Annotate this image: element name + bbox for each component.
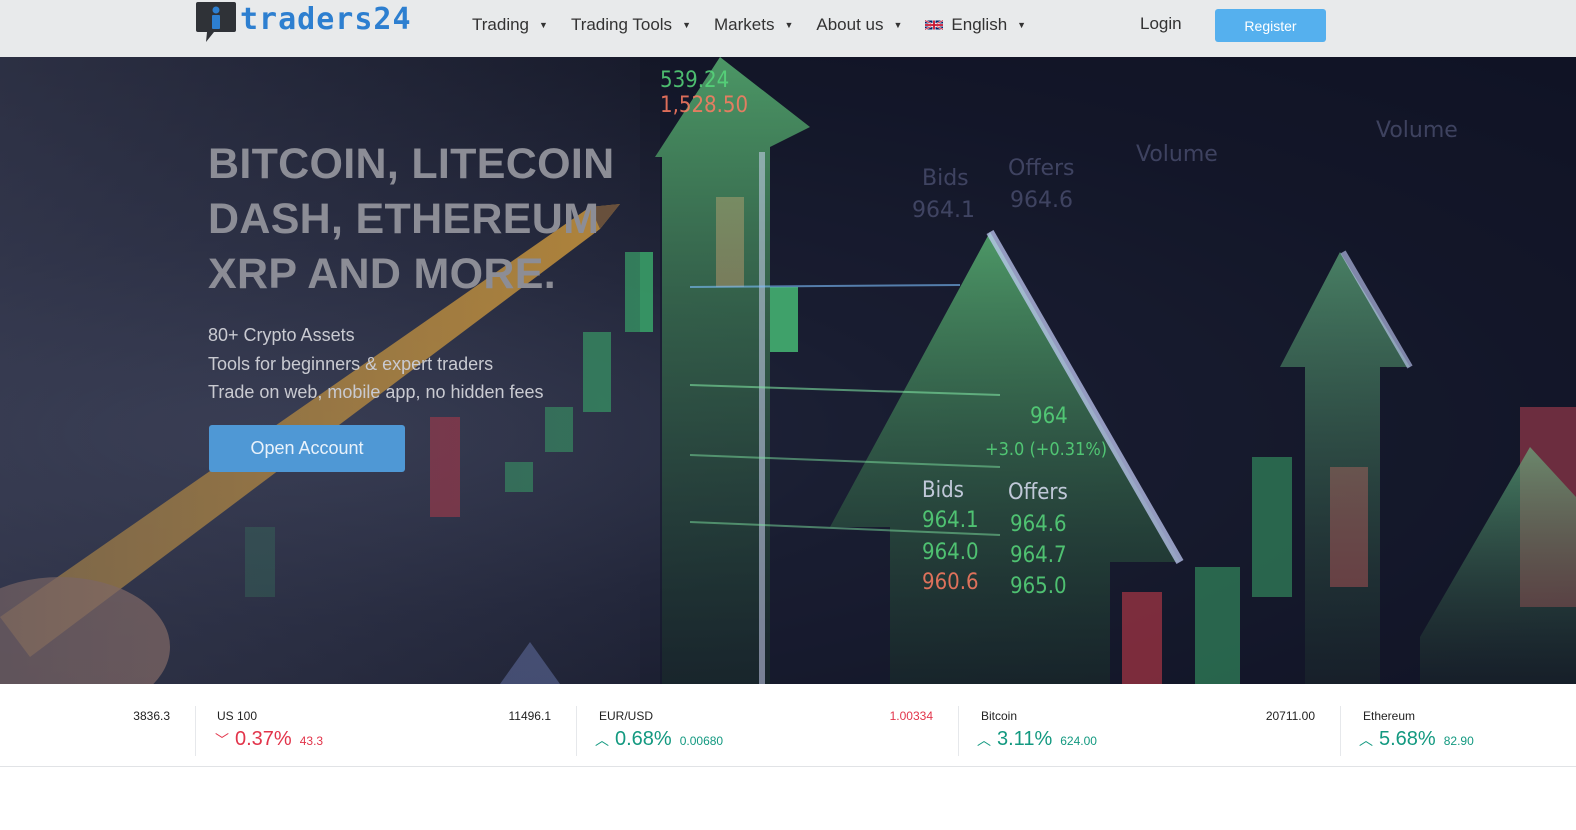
svg-text:960.6: 960.6 [922,570,979,595]
ticker-item-bitcoin[interactable]: Bitcoin 20711.00 ︿ 3.11% 624.00 [959,684,1339,766]
menu-item-trading-tools[interactable]: Trading Tools ▼ [571,15,691,35]
svg-text:964.6: 964.6 [1010,188,1073,213]
login-link[interactable]: Login [1140,14,1182,34]
ticker-abs: 82.90 [1443,734,1474,748]
menu-item-label: Markets [713,15,775,34]
svg-text:964.1: 964.1 [912,198,975,223]
feature-line: 80+ Crypto Assets [208,325,355,345]
ticker-change: ﹀ 0.37% 43.3 [215,728,323,751]
ticker-name: Ethereum [1363,709,1416,723]
ticker-item-ethereum[interactable]: Ethereum ︿ 5.68% 82.90 [1341,684,1576,766]
language-selector[interactable]: English ▼ [925,15,1026,35]
market-ticker: 3836.3 US 100 11496.1 ﹀ 0.37% 43.3 EUR/U… [0,684,1576,767]
ticker-name: Bitcoin [981,709,1018,723]
chevron-up-icon: ︿ [595,732,609,748]
ticker-item-us100[interactable]: US 100 11496.1 ﹀ 0.37% 43.3 [195,684,575,766]
ticker-pct: 3.11% [997,728,1053,750]
menu-item-markets[interactable]: Markets ▼ [714,15,793,35]
svg-text:Offers: Offers [1008,480,1068,505]
ticker-pct: 0.68% [615,728,672,750]
ticker-price: 3836.3 [133,709,170,723]
svg-text:964.6: 964.6 [1010,512,1067,537]
svg-text:Volume: Volume [1376,118,1458,143]
svg-text:1,528.50: 1,528.50 [660,93,748,118]
ticker-price: 20711.00 [1265,709,1315,723]
ticker-pct: 0.37% [235,728,292,750]
caret-down-icon: ▼ [539,20,548,30]
hero-headline: BITCOIN, LITECOIN DASH, ETHEREUM XRP AND… [208,137,614,302]
menu-item-label: Trading [472,15,530,34]
ticker-change: ︿ 3.11% 624.00 [977,728,1097,751]
svg-text:+3.0 (+0.31%): +3.0 (+0.31%) [985,439,1107,460]
ticker-item-eurusd[interactable]: EUR/USD 1.00334 ︿ 0.68% 0.00680 [577,684,957,766]
svg-text:Volume: Volume [1136,142,1218,167]
ticker-abs: 624.00 [1060,734,1097,748]
svg-text:Bids: Bids [922,166,969,191]
headline-line: DASH, ETHEREUM [208,195,600,243]
svg-text:964.7: 964.7 [1010,543,1067,568]
headline-line: BITCOIN, LITECOIN [208,140,615,188]
hero-banner: 539.24 1,528.50 964.1 964.0 960.6 964.6 … [0,57,1576,684]
hero-features: 80+ Crypto Assets Tools for beginners & … [208,321,544,407]
ticker-abs: 0.00680 [679,734,724,748]
open-account-button[interactable]: Open Account [209,425,405,472]
register-button[interactable]: Register [1215,9,1326,42]
svg-text:964: 964 [1030,404,1068,429]
svg-text:964.1: 964.1 [922,508,979,533]
ticker-price: 1.00334 [889,709,933,723]
ticker-abs: 43.3 [299,734,324,748]
menu-item-trading[interactable]: Trading ▼ [472,15,548,35]
svg-text:539.24: 539.24 [660,68,729,93]
top-navbar: traders24 Trading ▼ Trading Tools ▼ Mark… [0,0,1576,58]
feature-line: Trade on web, mobile app, no hidden fees [208,382,544,402]
headline-line: XRP AND MORE. [208,250,556,298]
chevron-up-icon: ︿ [977,732,991,748]
caret-down-icon: ▼ [682,20,691,30]
menu-item-label: About us [816,15,884,34]
ticker-change: ︿ 0.68% 0.00680 [595,728,723,751]
ticker-pct: 5.68% [1379,728,1436,750]
menu-item-label: Trading Tools [570,15,673,34]
brand-name: traders24 [240,2,412,37]
ticker-name: US 100 [217,709,258,723]
logo-icon [196,2,236,42]
language-label: English [951,15,1008,34]
menu-item-about-us[interactable]: About us ▼ [816,15,902,35]
caret-down-icon: ▼ [784,20,794,30]
svg-text:Offers: Offers [1008,156,1075,181]
chevron-down-icon: ﹀ [215,732,229,748]
chevron-up-icon: ︿ [1359,732,1373,748]
svg-text:964.0: 964.0 [922,540,979,565]
ticker-change: ︿ 5.68% 82.90 [1359,728,1474,751]
caret-down-icon: ▼ [1017,20,1027,30]
brand-logo[interactable]: traders24 [194,0,412,44]
caret-down-icon: ▼ [893,20,903,30]
main-menu: Trading ▼ Trading Tools ▼ Markets ▼ Abou… [472,0,1049,50]
feature-line: Tools for beginners & expert traders [208,353,494,374]
ticker-price: 11496.1 [508,709,552,723]
svg-text:965.0: 965.0 [1010,574,1067,599]
ticker-name: EUR/USD [599,709,654,723]
svg-text:Bids: Bids [922,478,964,503]
uk-flag-icon [925,19,944,31]
